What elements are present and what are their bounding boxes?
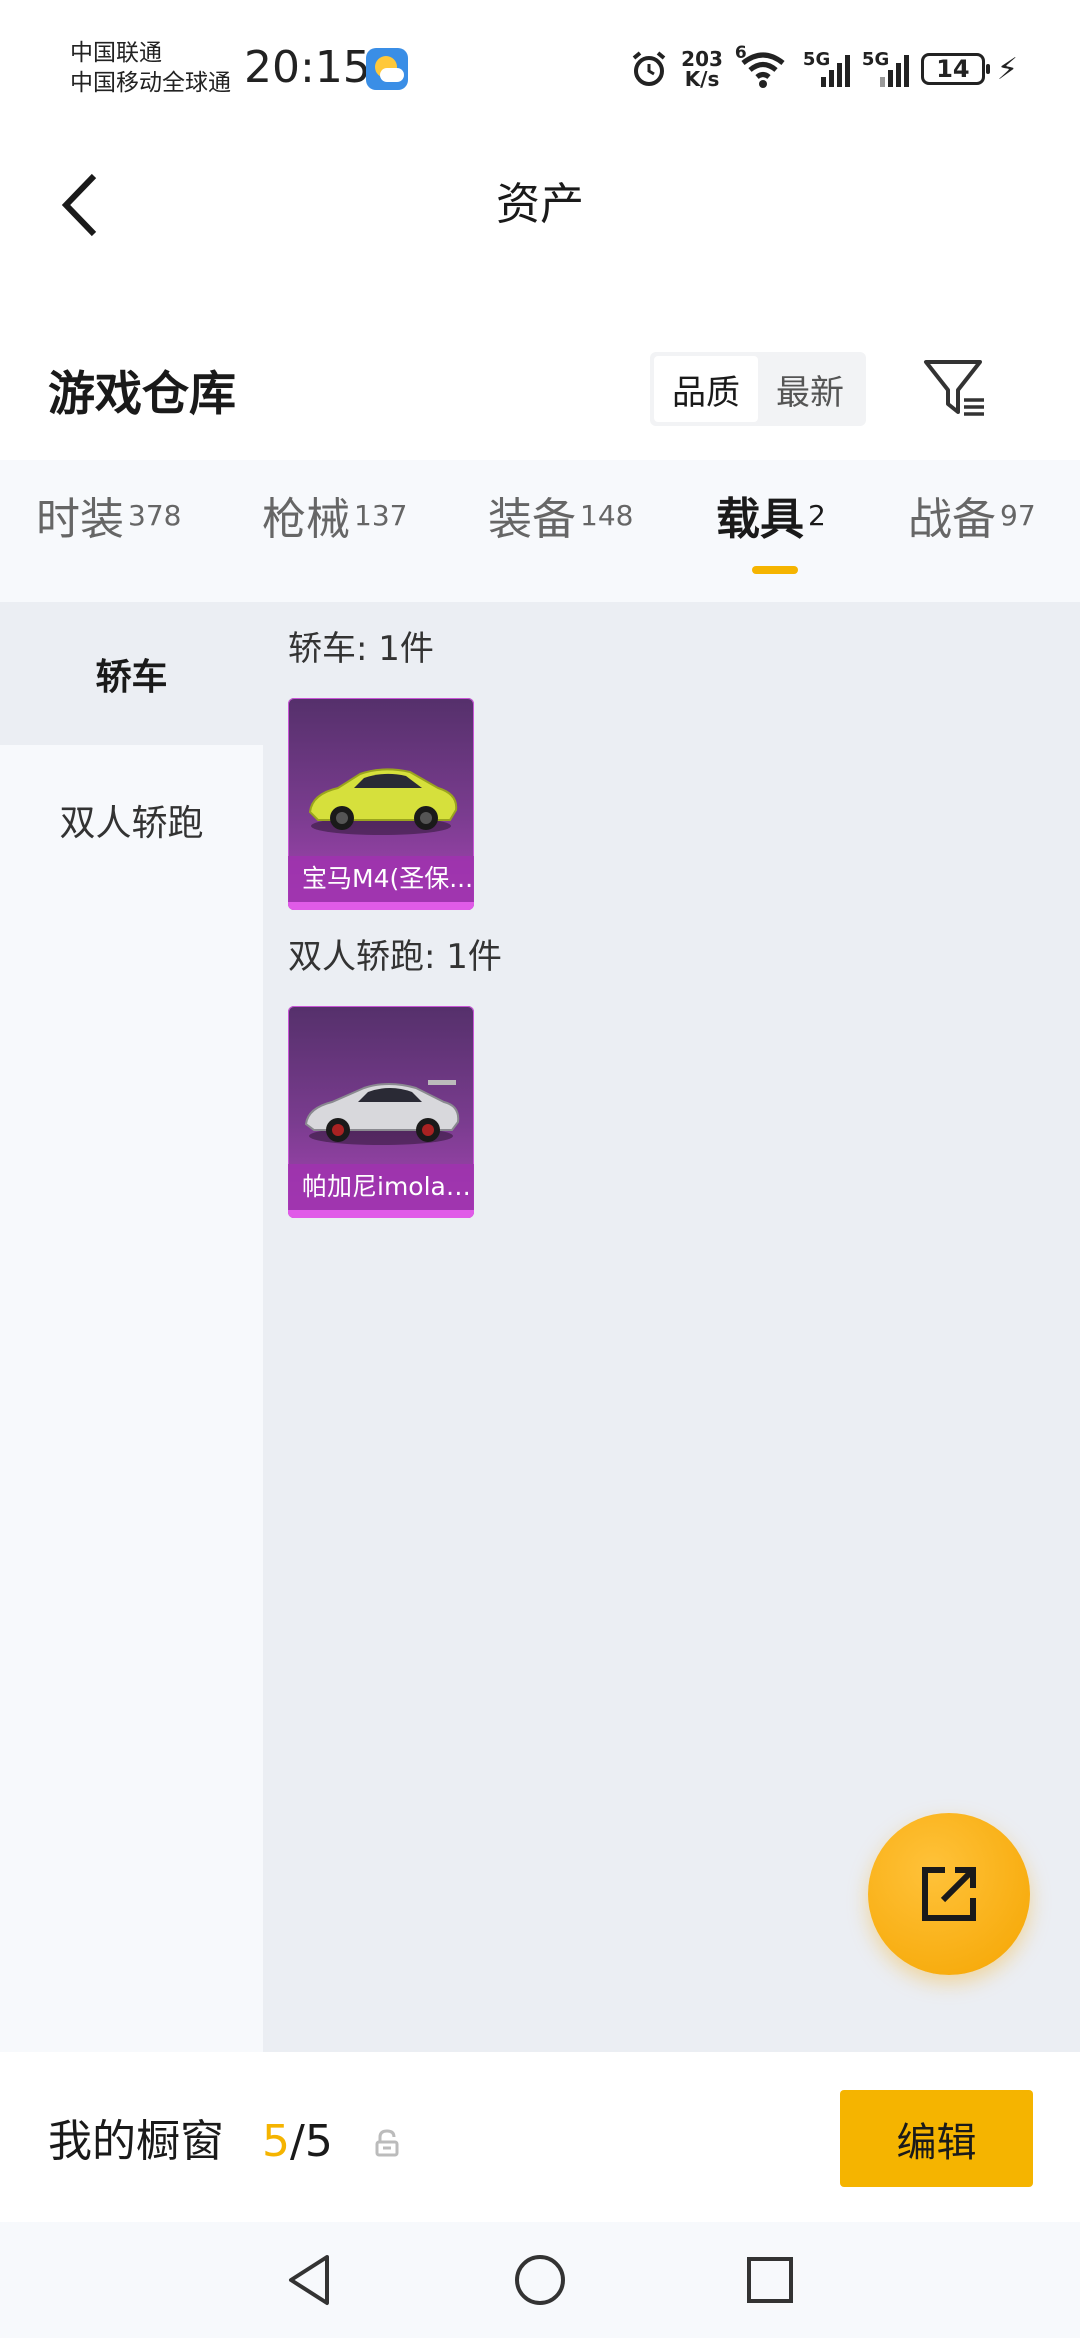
signal-icon-1: 5G <box>803 49 850 87</box>
carrier-2: 中国移动全球通 <box>70 70 231 96</box>
car-image <box>308 768 458 835</box>
signal-icon-2: 5G <box>862 49 909 87</box>
nav-back-button[interactable] <box>280 2250 340 2310</box>
wifi-icon: 6 <box>735 43 791 89</box>
vehicle-name: 帕加尼imola(... <box>288 1164 474 1210</box>
sort-quality-option[interactable]: 品质 <box>654 356 758 422</box>
tab-equipment[interactable]: 装备 148 <box>488 490 633 550</box>
system-nav-bar <box>0 2222 1080 2338</box>
showcase-bar: 我的橱窗 5/5 编辑 <box>0 2062 1080 2222</box>
nav-home-button[interactable] <box>510 2250 570 2310</box>
tab-guns[interactable]: 枪械 137 <box>262 490 407 550</box>
rarity-bar <box>288 1210 474 1218</box>
external-link-icon <box>922 1867 976 1921</box>
app-header: 资产 <box>0 140 1080 270</box>
sort-toggle: 品质 最新 <box>650 352 866 426</box>
vehicle-name: 宝马M4(圣保... <box>288 856 474 902</box>
section-label-sedan: 轿车: 1件 <box>288 629 434 669</box>
carrier-info: 中国联通 中国移动全球通 <box>70 38 231 98</box>
charging-icon: ⚡ <box>996 51 1018 87</box>
square-recents-icon <box>747 2257 793 2303</box>
section-label-coupe: 双人轿跑: 1件 <box>288 937 502 977</box>
subcategory-sidebar: 轿车 双人轿跑 <box>0 602 263 2052</box>
sidebar-item-coupe[interactable]: 双人轿跑 <box>0 745 263 895</box>
share-button[interactable] <box>868 1813 1030 1975</box>
tab-vehicles[interactable]: 载具 2 <box>716 490 826 550</box>
alarm-icon <box>632 51 666 86</box>
vehicle-card[interactable]: 宝马M4(圣保... <box>288 698 474 910</box>
rarity-bar <box>288 902 474 910</box>
carrier-1: 中国联通 <box>70 40 162 66</box>
triangle-back-icon <box>289 2255 329 2305</box>
sidebar-item-sedan[interactable]: 轿车 <box>0 602 263 745</box>
nav-recents-button[interactable] <box>740 2250 800 2310</box>
battery-icon: 14 <box>920 53 990 85</box>
active-tab-indicator <box>752 566 798 574</box>
vehicle-card[interactable]: 帕加尼imola(... <box>288 1006 474 1218</box>
filter-button[interactable] <box>920 354 990 424</box>
tab-combat-supplies[interactable]: 战备 97 <box>908 490 1036 550</box>
status-bar: 中国联通 中国移动全球通 20:15 203 K/s 6 5G 5G 14 ⚡ <box>0 0 1080 135</box>
lock-icon <box>375 2129 399 2157</box>
tab-fashion[interactable]: 时装 378 <box>36 490 181 550</box>
car-image <box>304 1080 460 1145</box>
status-icons: 203 K/s 6 5G 5G 14 ⚡ <box>629 43 1018 94</box>
edit-button[interactable]: 编辑 <box>840 2090 1033 2187</box>
warehouse-row: 游戏仓库 品质 最新 <box>0 340 1080 450</box>
showcase-label: 我的橱窗 <box>48 2116 224 2167</box>
filter-icon <box>924 360 984 416</box>
page-title: 资产 <box>496 179 584 230</box>
net-speed: 203 K/s <box>681 47 723 91</box>
clock: 20:15 <box>244 42 371 93</box>
showcase-count: 5/5 <box>262 2116 333 2167</box>
circle-home-icon <box>515 2255 565 2305</box>
sort-newest-option[interactable]: 最新 <box>758 356 862 422</box>
warehouse-title: 游戏仓库 <box>48 367 236 422</box>
weather-icon <box>366 48 408 90</box>
category-tabs: 时装 378 枪械 137 装备 148 载具 2 战备 97 <box>0 460 1080 602</box>
